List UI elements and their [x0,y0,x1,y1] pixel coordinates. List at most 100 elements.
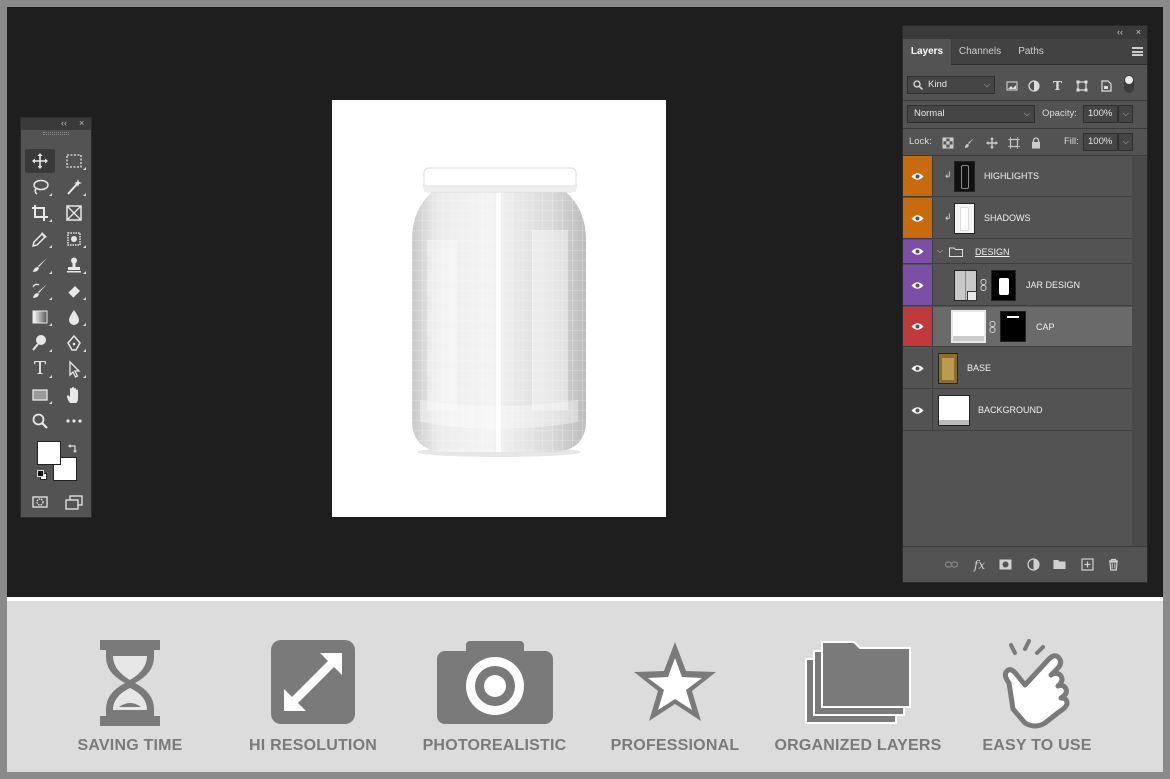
gradient-tool[interactable] [25,305,55,329]
close-icon[interactable]: × [1136,27,1141,37]
collapse-icon[interactable]: ‹‹ [1117,27,1123,37]
screen-mode-icon [65,495,83,510]
path-select-tool[interactable] [59,357,89,381]
eye-icon [911,364,924,372]
opacity-dropdown[interactable]: ⌵ [1118,105,1133,123]
visibility-toggle[interactable] [903,307,933,346]
crop-tool[interactable] [25,201,55,225]
eyedropper-icon [31,232,47,248]
lasso-tool[interactable] [25,175,55,199]
filter-pixel-icon[interactable] [1005,79,1018,92]
type-tool[interactable]: T [25,357,55,381]
layer-name: SHADOWS [984,213,1031,223]
layer-name: CAP [1036,321,1055,332]
eyedropper-tool[interactable] [25,227,55,251]
marquee-tool[interactable] [59,149,89,173]
filter-shape-icon[interactable] [1075,79,1088,92]
document-canvas[interactable] [332,100,666,517]
eye-icon [911,281,924,289]
visibility-toggle[interactable] [903,156,933,196]
swap-colors-icon[interactable] [68,440,78,453]
tab-channels[interactable]: Channels [951,39,1009,65]
dodge-icon [32,335,46,351]
layer-row-highlights[interactable]: ↲ HIGHLIGHTS [903,156,1132,197]
fill-dropdown[interactable]: ⌵ [1118,133,1133,151]
healing-tool[interactable] [59,227,89,251]
foreground-color-swatch[interactable] [37,441,61,465]
visibility-toggle[interactable] [903,348,933,388]
layer-row-shadows[interactable]: ↲ SHADOWS [903,198,1132,239]
visibility-toggle[interactable] [903,240,933,263]
lock-artboard-icon[interactable] [1007,136,1020,149]
close-icon[interactable]: × [79,118,84,128]
opacity-input[interactable]: 100% [1083,105,1118,123]
folder-icon [949,247,963,257]
lock-position-icon[interactable] [985,136,998,149]
blend-mode-value: Normal [914,108,945,119]
brush-tool[interactable] [25,253,55,277]
lock-transparent-icon[interactable] [941,136,954,149]
lock-image-icon[interactable] [963,136,976,149]
visibility-toggle[interactable] [903,198,933,238]
layer-row-jar-design[interactable]: JAR DESIGN [903,265,1132,306]
visibility-toggle[interactable] [903,390,933,430]
move-tool[interactable] [25,149,55,173]
add-mask-icon[interactable] [998,557,1013,572]
layer-thumbnail [954,161,975,192]
eye-icon [911,406,924,414]
default-colors-icon[interactable] [37,470,47,480]
blur-tool[interactable] [59,305,89,329]
frame-tool[interactable] [59,201,89,225]
camera-icon [436,641,553,724]
layer-row-background[interactable]: BACKGROUND [903,390,1132,431]
new-group-icon[interactable] [1052,557,1067,572]
screen-mode-button[interactable] [59,490,89,514]
tab-paths[interactable]: Paths [1009,39,1053,65]
blur-icon [69,310,79,325]
filter-type-icon[interactable]: T [1051,79,1064,93]
layer-row-cap[interactable]: CAP [903,307,1132,347]
layers-scrollbar[interactable] [1132,156,1147,549]
link-icon[interactable] [989,321,996,333]
link-layers-icon[interactable] [944,557,959,572]
magic-wand-tool[interactable] [59,175,89,199]
fx-icon[interactable]: fx [972,557,987,572]
filter-smart-object-icon[interactable] [1099,79,1112,92]
dodge-tool[interactable] [25,331,55,355]
zoom-tool[interactable] [25,409,55,433]
pen-tool[interactable] [59,331,89,355]
more-tools[interactable] [59,409,89,433]
quick-mask-button[interactable] [25,490,55,514]
hand-tool[interactable] [59,383,89,407]
feature-saving-time: SAVING TIME [65,601,195,772]
link-icon[interactable] [980,279,987,291]
collapse-icon[interactable]: ‹‹ [61,118,67,128]
lock-all-icon[interactable] [1029,136,1042,149]
layers-panel: ‹‹ × Layers Channels Paths Kind ⌵ T Norm… [902,25,1148,583]
layer-thumbnail [951,310,986,343]
layer-group-design[interactable]: ⌵ DESIGN [903,240,1132,264]
blend-mode-select[interactable]: Normal ⌵ [907,105,1035,123]
stamp-tool[interactable] [59,253,89,277]
jar-mockup-image [412,167,586,457]
chevron-down-icon[interactable]: ⌵ [937,246,943,256]
panel-grip[interactable] [43,132,69,135]
eraser-tool[interactable] [59,279,89,303]
layer-name: BASE [967,363,992,373]
fill-input[interactable]: 100% [1083,133,1118,151]
history-brush-tool[interactable] [25,279,55,303]
rectangle-tool[interactable] [25,383,55,407]
panel-menu-icon[interactable] [1132,47,1143,56]
tab-layers[interactable]: Layers [903,39,951,65]
rectangle-icon [32,389,48,401]
filter-kind-select[interactable]: Kind ⌵ [907,76,995,94]
tools-panel-header: ‹‹ × [21,118,91,130]
layer-row-base[interactable]: BASE [903,348,1132,389]
delete-layer-icon[interactable] [1106,557,1121,572]
layer-name: DESIGN [975,246,1010,257]
filter-toggle[interactable] [1124,75,1134,93]
new-layer-icon[interactable] [1080,557,1095,572]
adjustment-layer-icon[interactable] [1026,557,1041,572]
visibility-toggle[interactable] [903,265,933,305]
filter-adjustment-icon[interactable] [1027,79,1040,92]
